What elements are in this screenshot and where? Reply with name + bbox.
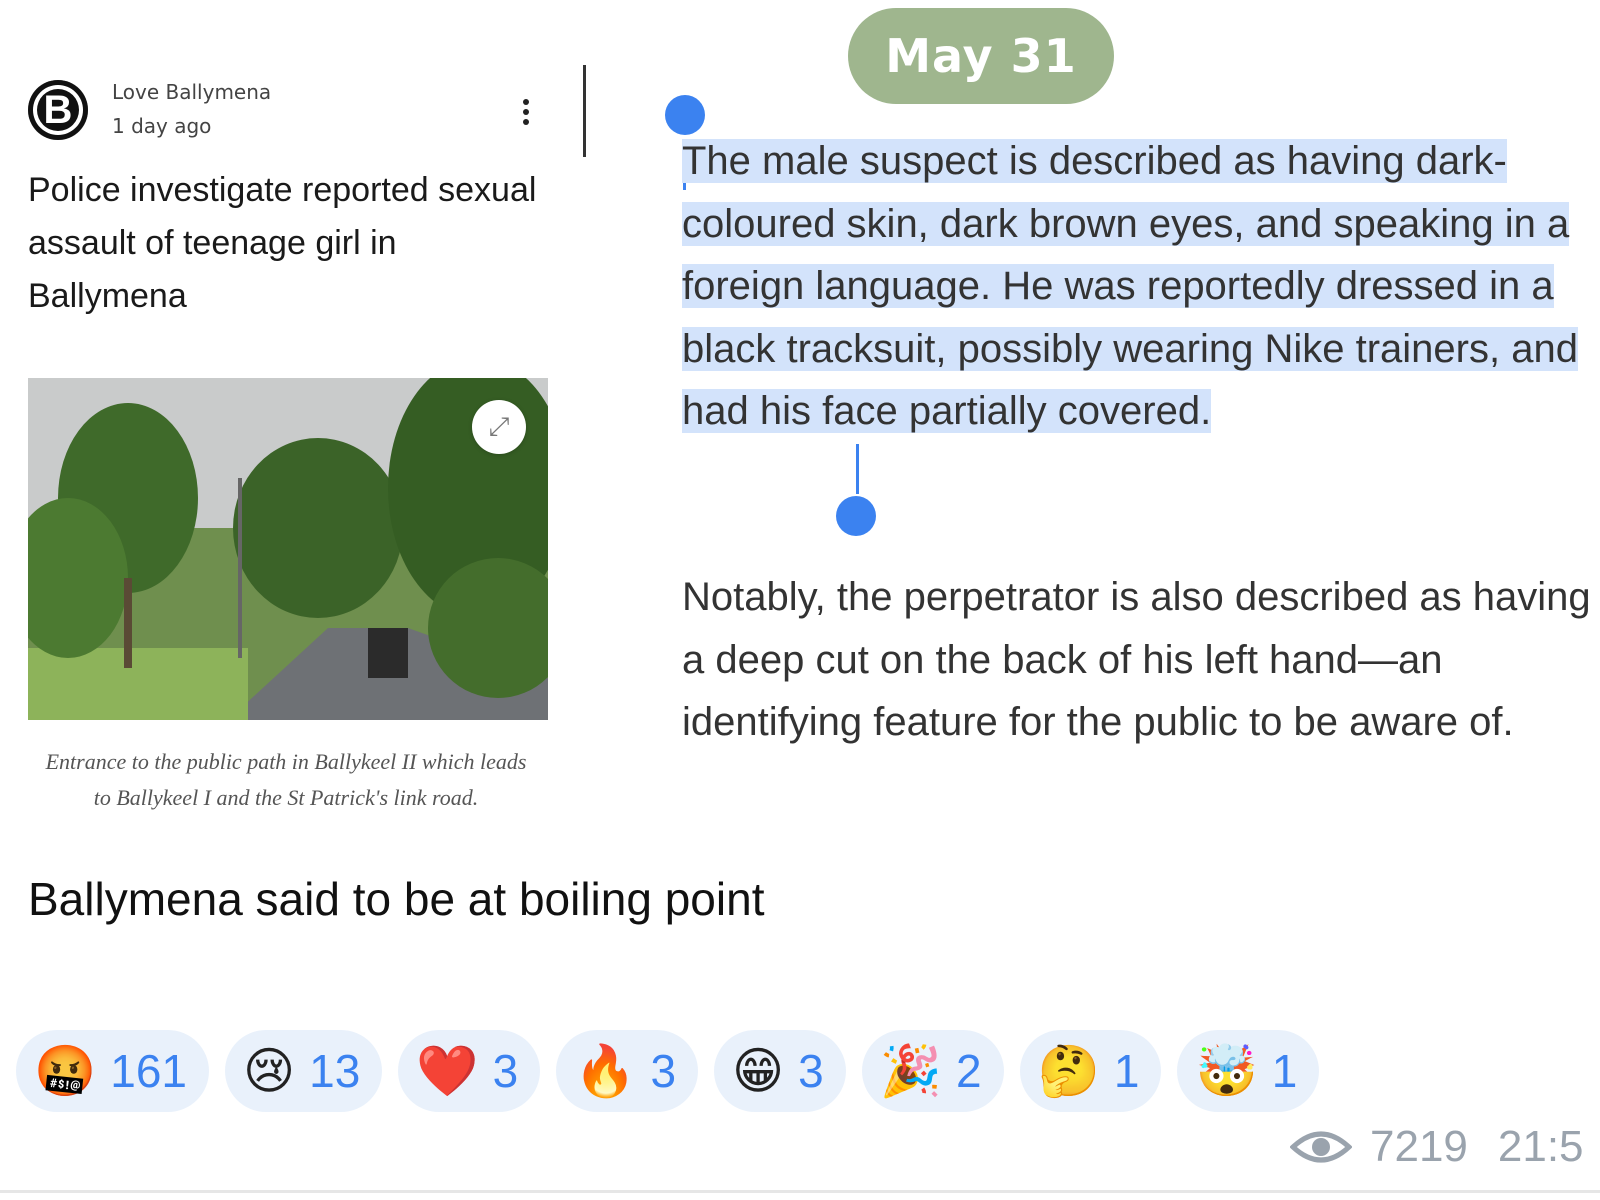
reaction-grin[interactable]: 😁 3 (714, 1030, 846, 1112)
crying-face-icon: 😢 (243, 1042, 296, 1100)
reaction-thinking[interactable]: 🤔 1 (1019, 1030, 1162, 1112)
reaction-count: 2 (956, 1045, 982, 1097)
angry-face-icon: 🤬 (34, 1042, 97, 1100)
reaction-count: 3 (650, 1045, 677, 1097)
more-options-icon[interactable] (516, 92, 536, 132)
message-time: 21:5 (1497, 1122, 1584, 1171)
message-headline: Ballymena said to be at boiling point (28, 873, 765, 925)
reaction-count: 161 (110, 1045, 188, 1097)
reaction-heart[interactable]: ❤️ 3 (398, 1030, 541, 1112)
reaction-angry[interactable]: 🤬 161 (16, 1030, 210, 1112)
eye-icon (1290, 1131, 1352, 1163)
source-avatar: B (28, 80, 88, 140)
fire-icon: 🔥 (574, 1042, 637, 1100)
message-paragraph-selected[interactable]: The male suspect is described as having … (682, 130, 1600, 443)
selection-caret-end (856, 444, 859, 494)
view-count: 7219 (1370, 1122, 1468, 1171)
grinning-face-icon: 😁 (732, 1042, 785, 1100)
reactions-bar: 🤬 161 😢 13 ❤️ 3 🔥 3 😁 3 🎉 2 🤔 1 🤯 1 (16, 1030, 1320, 1112)
path-scene-image (28, 378, 548, 720)
party-popper-icon: 🎉 (879, 1042, 943, 1100)
thinking-face-icon: 🤔 (1037, 1042, 1100, 1100)
selection-end-handle[interactable] (836, 496, 876, 536)
reaction-crying[interactable]: 😢 13 (225, 1030, 383, 1112)
date-pill: May 31 (848, 8, 1114, 104)
article-photo[interactable] (28, 378, 548, 720)
heart-icon: ❤️ (416, 1042, 479, 1100)
bottom-divider (0, 1190, 1600, 1193)
selection-start-handle[interactable] (665, 95, 705, 135)
exploding-head-icon: 🤯 (1195, 1042, 1258, 1100)
photo-caption: Entrance to the public path in Ballykeel… (45, 749, 527, 810)
message-meta: 7219 21:5 (1290, 1122, 1584, 1172)
expand-icon[interactable]: ⤢ (472, 400, 526, 454)
post-time: 1 day ago (112, 114, 212, 138)
article-title: Police investigate reported sexual assau… (28, 171, 537, 315)
reaction-count: 1 (1271, 1045, 1298, 1097)
reaction-mind-blown[interactable]: 🤯 1 (1177, 1030, 1320, 1112)
reaction-count: 1 (1113, 1045, 1140, 1097)
divider (583, 65, 586, 157)
reaction-count: 3 (798, 1045, 824, 1097)
source-name: Love Ballymena (112, 80, 272, 104)
selected-text: The male suspect is described as having … (682, 139, 1578, 433)
reaction-party[interactable]: 🎉 2 (861, 1030, 1004, 1112)
reaction-count: 3 (492, 1045, 519, 1097)
reaction-fire[interactable]: 🔥 3 (556, 1030, 699, 1112)
message-paragraph: Notably, the perpetrator is also describ… (682, 575, 1591, 744)
reaction-count: 13 (309, 1045, 361, 1097)
